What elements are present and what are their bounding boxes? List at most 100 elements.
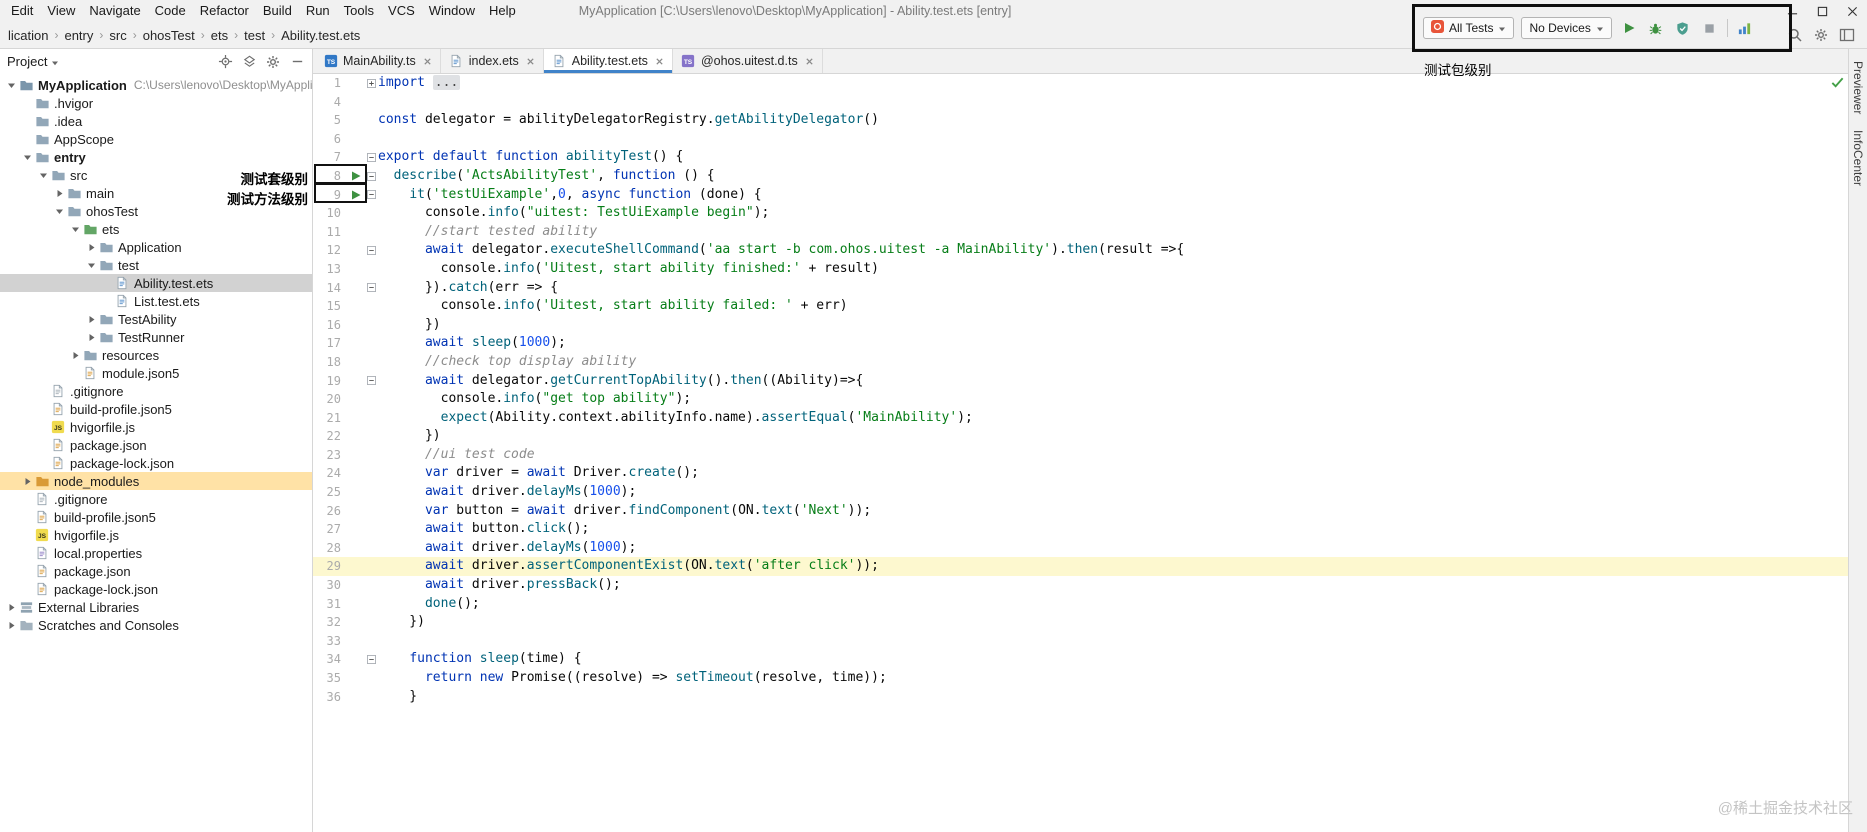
menu-run[interactable]: Run — [299, 0, 337, 22]
tree-expand-arrow[interactable] — [6, 621, 17, 630]
tree-item-package-json[interactable]: package.json — [0, 562, 312, 580]
debug-button[interactable] — [1646, 18, 1666, 38]
settings-icon[interactable] — [265, 54, 281, 70]
layout-icon[interactable] — [1838, 27, 1855, 44]
tree-item-scratches-and-consoles[interactable]: Scratches and Consoles — [0, 616, 312, 634]
menu-tools[interactable]: Tools — [337, 0, 381, 22]
editor-line-21[interactable]: 21 expect(Ability.context.abilityInfo.na… — [313, 409, 1848, 428]
tree-item-hvigorfile-js[interactable]: JS hvigorfile.js — [0, 526, 312, 544]
project-view-selector[interactable]: Project — [7, 54, 47, 69]
editor-line-12[interactable]: 12 await delegator.executeShellCommand('… — [313, 241, 1848, 260]
tree-item-hvigor[interactable]: .hvigor — [0, 94, 312, 112]
tree-item-node-modules[interactable]: node_modules — [0, 472, 312, 490]
tree-expand-arrow[interactable] — [54, 189, 65, 198]
editor-line-13[interactable]: 13 console.info('Uitest, start ability f… — [313, 260, 1848, 279]
editor-line-10[interactable]: 10 console.info("uitest: TestUiExample b… — [313, 204, 1848, 223]
editor-line-27[interactable]: 27 await button.click(); — [313, 520, 1848, 539]
run-config-selector[interactable]: All Tests — [1423, 17, 1515, 39]
editor-line-34[interactable]: 34 function sleep(time) { — [313, 650, 1848, 669]
tree-item-package-lock-json[interactable]: package-lock.json — [0, 454, 312, 472]
tree-item-entry[interactable]: entry — [0, 148, 312, 166]
tree-item-local-properties[interactable]: local.properties — [0, 544, 312, 562]
editor-line-5[interactable]: 5 const delegator = abilityDelegatorRegis… — [313, 111, 1848, 130]
window-close-button[interactable] — [1837, 0, 1867, 22]
editor-line-16[interactable]: 16 }) — [313, 316, 1848, 335]
tab-ability-test-ets[interactable]: Ability.test.ets — [543, 49, 673, 73]
breadcrumb-item-ets[interactable]: ets — [211, 28, 228, 43]
profiler-button[interactable] — [1735, 18, 1755, 38]
device-selector[interactable]: No Devices — [1521, 17, 1612, 39]
tab-close-icon[interactable] — [423, 57, 432, 66]
editor-line-15[interactable]: 15 console.info('Uitest, start ability f… — [313, 297, 1848, 316]
locate-icon[interactable] — [217, 54, 233, 70]
editor-line-26[interactable]: 26 var button = await driver.findCompone… — [313, 502, 1848, 521]
menu-navigate[interactable]: Navigate — [82, 0, 147, 22]
menu-edit[interactable]: Edit — [4, 0, 40, 22]
breadcrumb-item-entry[interactable]: entry — [64, 28, 93, 43]
editor-line-33[interactable]: 33 — [313, 632, 1848, 651]
editor-line-14[interactable]: 14 }).catch(err => { — [313, 279, 1848, 298]
tree-item-gitignore[interactable]: .gitignore — [0, 490, 312, 508]
settings-icon[interactable] — [1812, 27, 1829, 44]
stop-button[interactable] — [1700, 18, 1720, 38]
tree-collapse-arrow[interactable] — [22, 153, 33, 162]
editor-line-35[interactable]: 35 return new Promise((resolve) => setTi… — [313, 669, 1848, 688]
coverage-button[interactable] — [1673, 18, 1693, 38]
tree-item-testability[interactable]: TestAbility — [0, 310, 312, 328]
editor-line-19[interactable]: 19 await delegator.getCurrentTopAbility(… — [313, 372, 1848, 391]
editor-line-24[interactable]: 24 var driver = await Driver.create(); — [313, 464, 1848, 483]
menu-window[interactable]: Window — [422, 0, 482, 22]
tree-item-resources[interactable]: resources — [0, 346, 312, 364]
fold-marker[interactable] — [365, 372, 378, 391]
tree-collapse-arrow[interactable] — [6, 81, 17, 90]
tab-close-icon[interactable] — [526, 57, 535, 66]
tool-stripe-previewer[interactable]: Previewer — [1851, 61, 1865, 114]
tree-expand-arrow[interactable] — [22, 477, 33, 486]
editor-line-36[interactable]: 36 } — [313, 688, 1848, 707]
editor-line-17[interactable]: 17 await sleep(1000); — [313, 334, 1848, 353]
editor-line-8[interactable]: 8 describe('ActsAbilityTest', function (… — [313, 167, 1848, 186]
tree-collapse-arrow[interactable] — [86, 261, 97, 270]
tree-item-list-test-ets[interactable]: List.test.ets — [0, 292, 312, 310]
fold-marker[interactable] — [365, 74, 378, 93]
editor-line-11[interactable]: 11 //start tested ability — [313, 223, 1848, 242]
editor-line-30[interactable]: 30 await driver.pressBack(); — [313, 576, 1848, 595]
tree-item-package-lock-json[interactable]: package-lock.json — [0, 580, 312, 598]
breadcrumb-item-ability-test-ets[interactable]: Ability.test.ets — [281, 28, 360, 43]
menu-vcs[interactable]: VCS — [381, 0, 422, 22]
tree-item-hvigorfile-js[interactable]: JS hvigorfile.js — [0, 418, 312, 436]
tree-collapse-arrow[interactable] — [54, 207, 65, 216]
editor-line-7[interactable]: 7 export default function abilityTest() { — [313, 148, 1848, 167]
hide-icon[interactable] — [289, 54, 305, 70]
tab-index-ets[interactable]: index.ets — [441, 49, 544, 73]
tree-expand-arrow[interactable] — [86, 315, 97, 324]
tab-ohos-uitest-d-ts[interactable]: TS @ohos.uitest.d.ts — [673, 49, 823, 73]
tree-item-myapplication[interactable]: MyApplication C:\Users\lenovo\Desktop\MyA… — [0, 76, 312, 94]
tree-expand-arrow[interactable] — [6, 603, 17, 612]
tree-item-module-json5[interactable]: module.json5 — [0, 364, 312, 382]
tree-item-test[interactable]: test — [0, 256, 312, 274]
editor-line-9[interactable]: 9 it('testUiExample',0, async function (… — [313, 186, 1848, 205]
tree-collapse-arrow[interactable] — [38, 171, 49, 180]
breadcrumb-item-lication[interactable]: lication — [8, 28, 48, 43]
tree-item-external-libraries[interactable]: External Libraries — [0, 598, 312, 616]
editor-line-18[interactable]: 18 //check top display ability — [313, 353, 1848, 372]
breadcrumb-item-ohostest[interactable]: ohosTest — [143, 28, 195, 43]
tree-collapse-arrow[interactable] — [70, 225, 81, 234]
fold-marker[interactable] — [365, 279, 378, 298]
breadcrumb-item-test[interactable]: test — [244, 28, 265, 43]
editor-line-4[interactable]: 4 — [313, 93, 1848, 112]
tree-expand-arrow[interactable] — [70, 351, 81, 360]
tree-expand-arrow[interactable] — [86, 333, 97, 342]
breadcrumb-item-src[interactable]: src — [109, 28, 126, 43]
editor-line-29[interactable]: 29 await driver.assertComponentExist(ON.… — [313, 557, 1848, 577]
tool-stripe-infocenter[interactable]: InfoCenter — [1851, 130, 1865, 186]
menu-refactor[interactable]: Refactor — [193, 0, 256, 22]
editor-line-25[interactable]: 25 await driver.delayMs(1000); — [313, 483, 1848, 502]
menu-code[interactable]: Code — [148, 0, 193, 22]
editor-line-20[interactable]: 20 console.info("get top ability"); — [313, 390, 1848, 409]
collapse-all-icon[interactable] — [241, 54, 257, 70]
editor-line-32[interactable]: 32 }) — [313, 613, 1848, 632]
tree-item-ets[interactable]: ets — [0, 220, 312, 238]
editor-line-28[interactable]: 28 await driver.delayMs(1000); — [313, 539, 1848, 558]
